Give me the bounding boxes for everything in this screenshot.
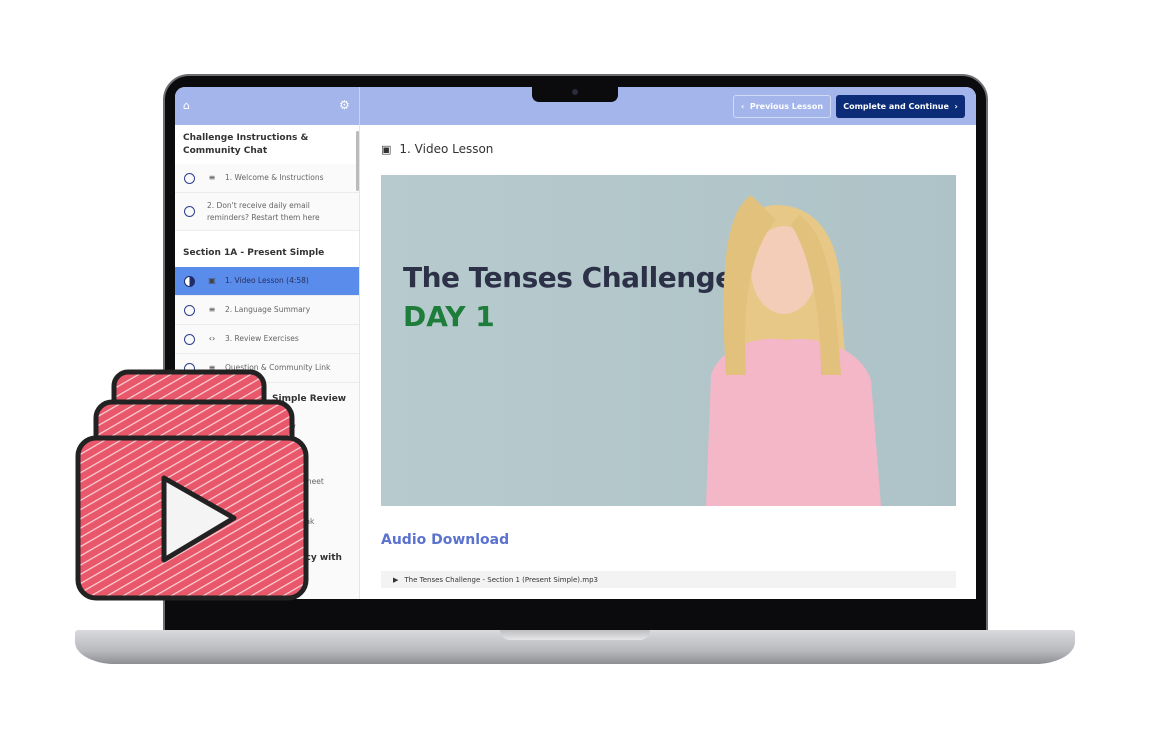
home-icon[interactable]: ⌂ [183, 99, 190, 112]
section-header: Section 1A - Present Simple [175, 231, 359, 267]
section-header: Challenge Instructions & Community Chat [175, 125, 359, 164]
audio-heading: Audio Download [381, 532, 510, 548]
status-circle-icon [184, 206, 195, 217]
complete-continue-button[interactable]: Complete and Continue › [836, 95, 965, 118]
lesson-label: 3. Review Exercises [225, 334, 299, 343]
status-circle-icon [184, 333, 195, 345]
video-stack-illustration [75, 369, 309, 601]
text-lines-icon: ≡ [208, 305, 216, 314]
lesson-item-active[interactable]: ▣ 1. Video Lesson (4:58) [175, 267, 359, 296]
status-circle-icon [184, 304, 195, 316]
code-icon: ‹› [208, 334, 216, 343]
lesson-item[interactable]: ≡ 1. Welcome & Instructions [175, 164, 359, 193]
lesson-label: 1. Welcome & Instructions [225, 173, 324, 182]
next-label: Complete and Continue [843, 102, 949, 111]
gear-icon[interactable]: ⚙ [339, 98, 350, 112]
video-icon: ▣ [208, 276, 216, 285]
chevron-left-icon: ‹ [740, 102, 750, 111]
prev-label: Previous Lesson [749, 102, 824, 111]
camera [572, 89, 578, 95]
presenter-image [706, 195, 881, 506]
scrollbar[interactable] [356, 131, 359, 191]
lesson-title: ▣ 1. Video Lesson [381, 142, 493, 156]
lesson-title-text: 1. Video Lesson [399, 142, 494, 156]
lesson-item[interactable]: 2. Don't receive daily email reminders? … [175, 193, 359, 231]
text-lines-icon: ≡ [208, 173, 216, 182]
lesson-item[interactable]: ≡ 2. Language Summary [175, 296, 359, 325]
audio-file-name: The Tenses Challenge - Section 1 (Presen… [404, 575, 598, 584]
lesson-label: 1. Video Lesson (4:58) [225, 276, 309, 285]
audio-file-row[interactable]: ▶ The Tenses Challenge - Section 1 (Prese… [381, 571, 956, 588]
lesson-item[interactable]: ‹› 3. Review Exercises [175, 325, 359, 354]
video-icon: ▣ [381, 142, 392, 156]
lesson-label: 2. Don't receive daily email reminders? … [207, 200, 320, 222]
video-player[interactable]: The Tenses Challenge DAY 1 [381, 175, 956, 506]
lesson-label: 2. Language Summary [225, 305, 311, 314]
half-circle-icon [184, 275, 195, 287]
laptop-base-notch [500, 630, 650, 640]
previous-lesson-button[interactable]: ‹ Previous Lesson [733, 95, 831, 118]
divider [359, 87, 360, 125]
status-circle-icon [184, 172, 195, 184]
chevron-right-icon: › [948, 102, 958, 111]
play-triangle-icon: ▶ [393, 575, 399, 584]
